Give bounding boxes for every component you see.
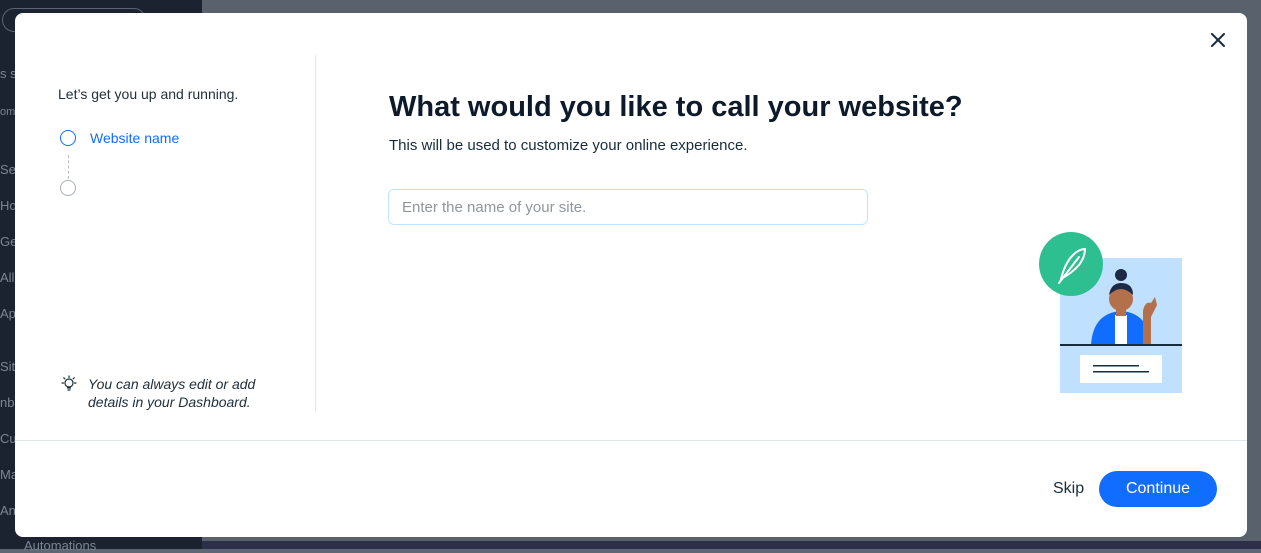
page-title: What would you like to call your website… — [389, 91, 963, 123]
background-footer-strip — [202, 541, 1261, 549]
close-icon — [1211, 33, 1225, 47]
dashboard-tip: You can always edit or add details in yo… — [60, 375, 278, 411]
website-illustration — [1039, 232, 1182, 393]
background-nav-item: All — [0, 270, 15, 285]
setup-modal: Let’s get you up and running. Website na… — [15, 13, 1247, 537]
step-next — [60, 180, 90, 196]
step-label: Website name — [90, 130, 180, 146]
continue-button[interactable]: Continue — [1099, 471, 1217, 507]
steps-panel: Let’s get you up and running. Website na… — [15, 13, 315, 440]
close-button[interactable] — [1207, 29, 1229, 51]
steps-intro: Let’s get you up and running. — [58, 86, 239, 102]
step-indicator-active — [60, 130, 76, 146]
background-nav-item: Ap — [0, 306, 16, 321]
step-connector — [68, 155, 69, 179]
step-indicator-inactive — [60, 180, 76, 196]
tip-text: You can always edit or add details in yo… — [88, 376, 256, 410]
lightbulb-icon — [61, 375, 77, 391]
page-subtitle: This will be used to customize your onli… — [389, 137, 748, 154]
footer-divider — [15, 440, 1247, 441]
step-website-name[interactable]: Website name — [60, 130, 179, 146]
skip-button[interactable]: Skip — [1045, 471, 1092, 507]
site-name-input[interactable] — [388, 189, 868, 225]
background-nav-item: Automations — [24, 538, 97, 553]
background-nav-item: om — [0, 106, 16, 118]
background-nav-item: nb — [0, 395, 15, 410]
panel-divider — [315, 55, 316, 411]
